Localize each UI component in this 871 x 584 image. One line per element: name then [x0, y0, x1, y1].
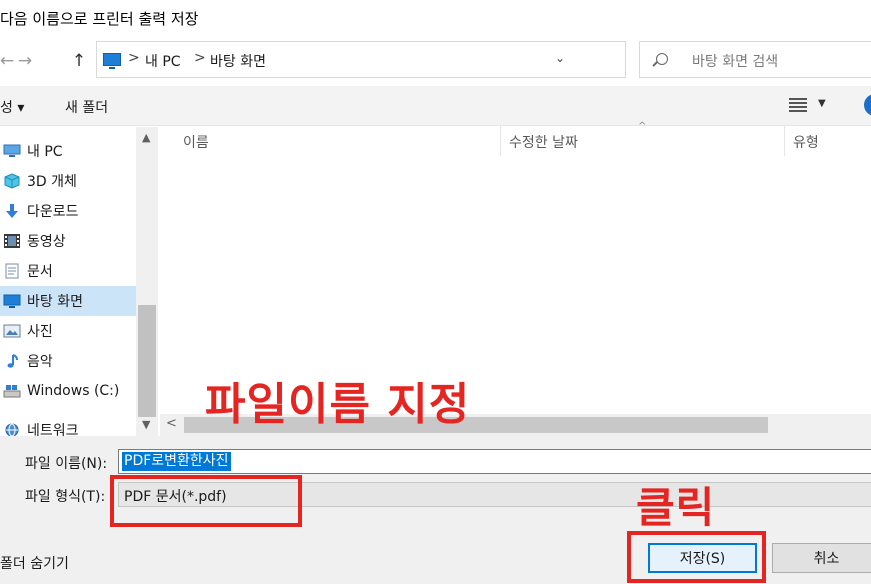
scrollbar-thumb[interactable]	[138, 305, 156, 417]
column-divider[interactable]	[500, 126, 501, 156]
nav-label: 다운로드	[27, 204, 79, 220]
breadcrumb-my-pc[interactable]: 내 PC	[145, 51, 181, 71]
nav-item-pictures[interactable]: 사진	[0, 316, 136, 346]
nav-label: 3D 개체	[27, 174, 77, 190]
nav-label: Windows (C:)	[27, 383, 120, 399]
breadcrumb-separator: >	[194, 50, 206, 66]
nav-item-videos[interactable]: 동영상	[0, 226, 136, 256]
nav-item-my-pc[interactable]: 내 PC	[0, 136, 136, 166]
annotation-click-note: 클릭	[636, 483, 716, 532]
dialog-title: 다음 이름으로 프린터 출력 저장	[0, 10, 199, 28]
navigation-pane: 내 PC 3D 개체 다운로드 동영상 문서 바탕 화면 사진 음악 Windo…	[0, 127, 158, 437]
nav-label: 네트워크	[27, 423, 79, 437]
download-icon	[3, 203, 21, 219]
address-bar[interactable]: > 내 PC > 바탕 화면 ⌄ ⟳	[96, 41, 706, 78]
view-dropdown-icon[interactable]: ▼	[818, 98, 826, 109]
network-icon	[3, 422, 21, 437]
scroll-left-icon[interactable]: <	[166, 416, 177, 431]
nav-label: 내 PC	[27, 144, 63, 160]
column-header-type[interactable]: 유형	[793, 132, 819, 152]
nav-item-network[interactable]: 네트워크	[0, 415, 136, 437]
help-icon[interactable]	[864, 94, 871, 116]
film-icon	[3, 233, 21, 249]
filename-field[interactable]: PDF로변환한사진	[118, 449, 871, 474]
sort-ascending-icon: ^	[638, 121, 647, 132]
nav-item-music[interactable]: 음악	[0, 346, 136, 376]
scroll-up-icon[interactable]: ▲	[142, 131, 150, 144]
nav-item-documents[interactable]: 문서	[0, 256, 136, 286]
breadcrumb-desktop[interactable]: 바탕 화면	[210, 51, 266, 71]
up-arrow-icon[interactable]: ↑	[68, 50, 90, 72]
nav-label: 문서	[27, 264, 53, 280]
nav-scrollbar[interactable]: ▲ ▼	[136, 127, 158, 437]
annotation-filename-note: 파일이름 지정	[205, 379, 471, 430]
search-input[interactable]: 바탕 화면 검색	[692, 51, 778, 71]
pc-icon	[103, 53, 121, 69]
nav-item-windows-drive[interactable]: Windows (C:)	[0, 376, 136, 406]
breadcrumb-separator: >	[128, 50, 140, 66]
music-icon	[3, 353, 21, 369]
scroll-down-icon[interactable]: ▼	[142, 418, 150, 431]
annotation-filetype-box	[110, 475, 302, 527]
chevron-down-icon[interactable]: ⌄	[555, 51, 565, 65]
filename-label: 파일 이름(N):	[25, 456, 108, 472]
cancel-button[interactable]: 취소	[772, 543, 871, 573]
nav-item-3d-objects[interactable]: 3D 개체	[0, 166, 136, 196]
filetype-label: 파일 형식(T):	[25, 489, 106, 505]
nav-label: 사진	[27, 324, 53, 340]
document-icon	[3, 263, 21, 279]
hide-folders-toggle[interactable]: 폴더 숨기기	[0, 553, 69, 573]
drive-icon	[3, 383, 21, 399]
picture-icon	[3, 323, 21, 339]
organize-button[interactable]: 성 ▾	[0, 97, 24, 117]
search-icon	[656, 53, 668, 65]
new-folder-button[interactable]: 새 폴더	[65, 97, 108, 117]
annotation-save-box	[627, 531, 766, 583]
desktop-icon	[3, 293, 21, 309]
nav-label: 음악	[27, 354, 53, 370]
nav-label: 동영상	[27, 234, 66, 250]
search-box[interactable]: 바탕 화면 검색	[639, 41, 871, 78]
view-options-icon[interactable]	[789, 98, 807, 112]
column-divider[interactable]	[784, 126, 785, 156]
nav-label: 바탕 화면	[27, 294, 83, 310]
forward-arrow-icon[interactable]: →	[14, 50, 36, 72]
filename-selected-text: PDF로변환한사진	[122, 452, 231, 471]
nav-item-desktop[interactable]: 바탕 화면	[0, 286, 136, 316]
column-header-name[interactable]: 이름	[183, 132, 209, 152]
column-header-date-modified[interactable]: 수정한 날짜	[509, 132, 578, 152]
cube-icon	[3, 173, 21, 189]
command-toolbar: 성 ▾ 새 폴더 ▼	[0, 86, 871, 126]
nav-item-downloads[interactable]: 다운로드	[0, 196, 136, 226]
pc-icon	[3, 143, 21, 159]
